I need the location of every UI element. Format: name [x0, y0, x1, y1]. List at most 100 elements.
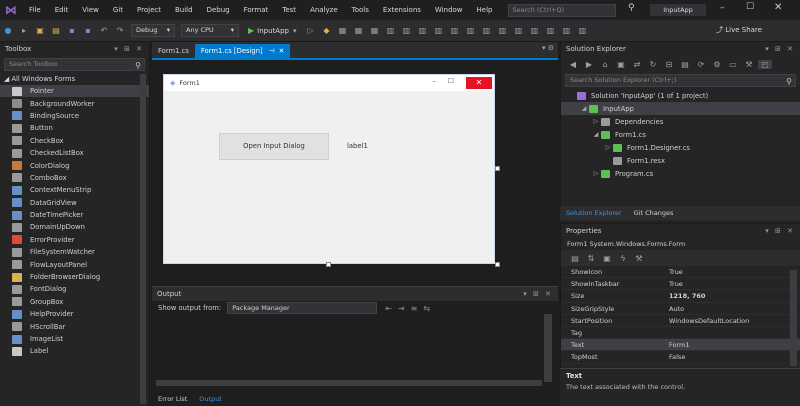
- align-icon[interactable]: ▥: [383, 26, 397, 35]
- panel-controls-icon[interactable]: ▾ ⊞ ✕: [765, 45, 795, 53]
- forward-icon[interactable]: ▶: [582, 60, 596, 69]
- menu-edit[interactable]: Edit: [48, 0, 76, 20]
- align-icon-5[interactable]: ▥: [447, 26, 461, 35]
- toolbox-scrollbar[interactable]: [140, 74, 146, 404]
- menu-git[interactable]: Git: [106, 0, 130, 20]
- toolbox-item[interactable]: Label: [0, 345, 149, 357]
- tree-item[interactable]: ▷ Dependencies: [561, 115, 800, 128]
- toolbox-item[interactable]: BackgroundWorker: [0, 97, 149, 109]
- collapse-all-icon[interactable]: ⊟: [662, 60, 676, 69]
- property-row[interactable]: SizeGripStyle Auto: [561, 303, 800, 315]
- menu-file[interactable]: File: [22, 0, 48, 20]
- property-row[interactable]: StartPosition WindowsDefaultLocation: [561, 315, 800, 327]
- tree-item[interactable]: ◢ InputApp: [561, 102, 800, 115]
- pending-changes-icon[interactable]: ⇄: [630, 60, 644, 69]
- save-icon[interactable]: ▪: [65, 26, 79, 35]
- toolbar-icon-c[interactable]: ▦: [367, 26, 381, 35]
- back-icon[interactable]: ◀: [566, 60, 580, 69]
- property-value[interactable]: True: [665, 278, 800, 289]
- tree-item[interactable]: Solution 'InputApp' (1 of 1 project): [561, 89, 800, 102]
- toolbox-item[interactable]: DataGridView: [0, 197, 149, 209]
- menu-build[interactable]: Build: [168, 0, 200, 20]
- start-debugging-button[interactable]: ▶ InputApp ▾: [248, 26, 296, 35]
- menu-project[interactable]: Project: [130, 0, 168, 20]
- toolbox-item[interactable]: FileSystemWatcher: [0, 246, 149, 258]
- align-icon-3[interactable]: ▥: [415, 26, 429, 35]
- toolbox-item[interactable]: ContextMenuStrip: [0, 184, 149, 196]
- tab-git-changes[interactable]: Git Changes: [628, 206, 680, 220]
- close-icon[interactable]: ✕: [774, 2, 782, 13]
- menu-analyze[interactable]: Analyze: [303, 0, 345, 20]
- redo-icon[interactable]: ↷: [113, 26, 127, 35]
- property-value[interactable]: Form1: [665, 339, 800, 350]
- toolbox-section-header[interactable]: ◢ All Windows Forms: [0, 73, 149, 85]
- view-designer-icon[interactable]: ◰: [758, 59, 772, 69]
- toolbox-item[interactable]: HelpProvider: [0, 308, 149, 320]
- property-row[interactable]: Text Form1: [561, 339, 800, 352]
- form-preview-window[interactable]: ◈ Form1 – ☐ ✕ Open Input Dialog label1: [163, 74, 495, 264]
- label1-control[interactable]: label1: [347, 142, 368, 150]
- maximize-icon[interactable]: ☐: [746, 2, 754, 12]
- toolbox-item[interactable]: ComboBox: [0, 172, 149, 184]
- toolbox-item[interactable]: BindingSource: [0, 110, 149, 122]
- menu-extensions[interactable]: Extensions: [376, 0, 428, 20]
- menu-test[interactable]: Test: [275, 0, 303, 20]
- toolbox-item[interactable]: CheckBox: [0, 135, 149, 147]
- property-value[interactable]: False: [665, 351, 800, 362]
- account-icon[interactable]: ⚲: [628, 3, 635, 13]
- menu-debug[interactable]: Debug: [200, 0, 237, 20]
- toolbox-item[interactable]: HScrollBar: [0, 320, 149, 332]
- menu-help[interactable]: Help: [470, 0, 500, 20]
- live-share-button[interactable]: ⤴ Live Share: [716, 25, 762, 35]
- tree-expander-icon[interactable]: ▷: [603, 144, 613, 151]
- toolbox-item[interactable]: FlowLayoutPanel: [0, 258, 149, 270]
- property-value[interactable]: Auto: [665, 303, 800, 314]
- align-icon-6[interactable]: ▥: [463, 26, 477, 35]
- resize-handle-corner[interactable]: [495, 262, 500, 267]
- tab-solution-explorer[interactable]: Solution Explorer: [560, 206, 628, 220]
- categorized-icon[interactable]: ▤: [568, 254, 582, 263]
- open-file-icon[interactable]: ▤: [49, 26, 63, 35]
- nav-back-icon[interactable]: ●: [1, 26, 15, 35]
- tree-item[interactable]: ◢ Form1.cs: [561, 128, 800, 141]
- switch-views-icon[interactable]: ▣: [614, 60, 628, 69]
- refresh-icon[interactable]: ⟳: [694, 60, 708, 69]
- alphabetical-icon[interactable]: ⇅: [584, 254, 598, 263]
- toolbox-item[interactable]: DomainUpDown: [0, 221, 149, 233]
- toolbar-icon-b[interactable]: ▦: [351, 26, 365, 35]
- tab-dropdown-icon[interactable]: ▾ ⚙: [542, 44, 554, 52]
- property-row[interactable]: ShowIcon True: [561, 266, 800, 279]
- preview-icon[interactable]: ▭: [726, 60, 740, 69]
- wrench-icon[interactable]: ⚒: [742, 60, 756, 69]
- solution-explorer-search-input[interactable]: Search Solution Explorer (Ctrl+;): [565, 74, 796, 87]
- toolbox-item[interactable]: ImageList: [0, 333, 149, 345]
- tree-item[interactable]: ▷ Form1.Designer.cs: [561, 141, 800, 154]
- start-without-debugging-icon[interactable]: ▷: [303, 26, 317, 35]
- configuration-dropdown[interactable]: Debug ▾: [131, 24, 175, 37]
- tab-error-list[interactable]: Error List: [152, 392, 193, 406]
- panel-controls-icon[interactable]: ▾ ⊞ ✕: [523, 290, 553, 298]
- toolbar-icon-a[interactable]: ▦: [335, 26, 349, 35]
- browser-icon[interactable]: ◆: [319, 26, 333, 35]
- output-toolbar-icons[interactable]: ⇤⇥≡⇆: [385, 304, 436, 313]
- show-all-files-icon[interactable]: ▤: [678, 60, 692, 69]
- tab-output[interactable]: Output: [193, 392, 228, 406]
- toolbox-item[interactable]: CheckedListBox: [0, 147, 149, 159]
- toolbox-item[interactable]: GroupBox: [0, 296, 149, 308]
- properties-view-icon[interactable]: ▣: [600, 254, 614, 263]
- property-value[interactable]: True: [665, 266, 800, 277]
- property-row[interactable]: Tag: [561, 327, 800, 340]
- tree-item[interactable]: Form1.resx: [561, 154, 800, 167]
- toolbox-search-input[interactable]: Search Toolbox: [4, 58, 145, 71]
- resize-handle-right[interactable]: [495, 166, 500, 171]
- toolbox-item[interactable]: FolderBrowserDialog: [0, 271, 149, 283]
- align-icon-9[interactable]: ▥: [511, 26, 525, 35]
- output-source-dropdown[interactable]: Package Manager: [227, 302, 378, 314]
- menu-view[interactable]: View: [75, 0, 106, 20]
- tree-item[interactable]: ▷ Program.cs: [561, 167, 800, 180]
- menu-tools[interactable]: Tools: [345, 0, 376, 20]
- output-horizontal-scrollbar[interactable]: [156, 380, 542, 386]
- properties-object-selector[interactable]: Form1 System.Windows.Forms.Form: [561, 238, 800, 250]
- tree-expander-icon[interactable]: ◢: [579, 105, 589, 112]
- property-row[interactable]: ShowInTaskbar True: [561, 278, 800, 291]
